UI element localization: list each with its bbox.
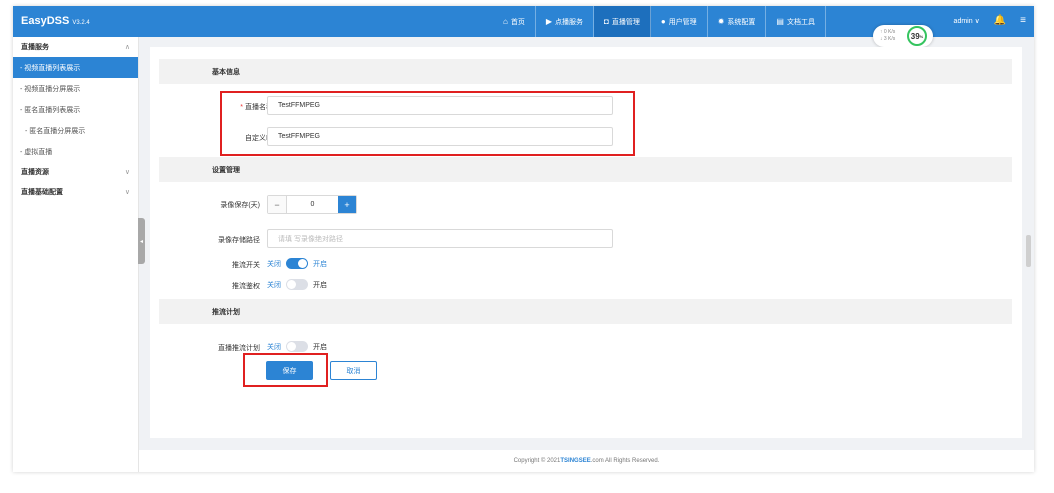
edit-live-form: 基本信息 * 直播名称 TestFFMPEG 自定义ID TestFFMPEG 设…: [150, 47, 1022, 438]
push-auth-row: 关闭 开启: [267, 279, 327, 290]
bell-icon[interactable]: 🔔: [994, 15, 1006, 26]
copyright-prefix: Copyright © 2021: [513, 458, 561, 464]
sidebar-item-label: - 匿名直播分屏展示: [25, 127, 86, 135]
nav-vod-label: 点播服务: [555, 18, 583, 26]
plan-toggle[interactable]: [286, 341, 308, 352]
push-auth-label: 推流鉴权: [232, 283, 260, 290]
sidebar-group-live-resources[interactable]: 直播资源 ∨: [13, 162, 138, 182]
sidebar-item-label: - 视频直播列表展示: [20, 64, 81, 72]
chevron-down-icon: ∨: [974, 17, 980, 25]
off-text: 关闭: [267, 281, 281, 289]
app-window: EasyDSS V3.2.4 ⌂ 首页 ▶ 点播服务 ◘ 直播管理 ● 用户管理 ✹ 系统配…: [13, 6, 1034, 472]
off-text: 关闭: [267, 260, 281, 268]
sidebar-group-label: 直播资源: [21, 169, 49, 176]
sidebar-item-virtual-live[interactable]: - 虚拟直播: [13, 141, 138, 162]
chevron-down-icon: ∨: [124, 189, 130, 196]
nav-docs[interactable]: ▤ 文档工具: [766, 6, 826, 37]
chevron-up-icon: ∧: [124, 44, 130, 51]
sidebar-item-label: - 匿名直播列表展示: [20, 106, 81, 114]
plan-row: 关闭 开启: [267, 341, 327, 352]
on-text: 开启: [313, 343, 327, 351]
section-title: 设置管理: [212, 166, 240, 174]
dashboard-icon: ⌂: [503, 17, 508, 26]
nav-users-label: 用户管理: [668, 18, 697, 26]
sidebar-item-anon-split[interactable]: - 匿名直播分屏展示: [13, 120, 138, 141]
sidebar-item-anon-list[interactable]: - 匿名直播列表展示: [13, 99, 138, 120]
increment-button[interactable]: +: [338, 196, 356, 213]
nav-docs-label: 文档工具: [786, 18, 815, 26]
user-name: admin: [953, 17, 973, 25]
gear-icon: ✹: [717, 17, 725, 26]
sidebar-item-label: - 虚拟直播: [20, 148, 53, 156]
nav-live-label: 直播管理: [611, 18, 640, 26]
app-name: EasyDSS: [21, 15, 70, 27]
nav-live[interactable]: ◘ 直播管理: [594, 6, 651, 37]
push-switch-toggle[interactable]: [286, 258, 308, 269]
user-icon: ●: [660, 17, 666, 26]
record-days-value[interactable]: 0: [287, 196, 338, 213]
app-version: V3.2.4: [72, 20, 90, 26]
push-auth-toggle[interactable]: [286, 279, 308, 290]
sidebar-group-live-service[interactable]: 直播服务 ∧: [13, 37, 138, 57]
scrollbar-thumb[interactable]: [1026, 235, 1031, 267]
record-path-input[interactable]: 请填 写录像绝对路径: [267, 229, 613, 248]
on-text: 开启: [313, 260, 327, 268]
sidebar-group-label: 直播基础配置: [21, 189, 63, 196]
record-days-label: 录像保存(天): [220, 202, 260, 209]
navbar-right: admin ∨ 🔔 ≡: [954, 15, 1026, 26]
record-days-stepper[interactable]: − 0 +: [267, 195, 357, 214]
off-text: 关闭: [267, 343, 281, 351]
menu-icon[interactable]: ≡: [1020, 15, 1026, 26]
usage-unit: %: [919, 33, 924, 39]
user-menu[interactable]: admin ∨: [954, 17, 980, 25]
brand-link[interactable]: TSINGSEE: [560, 458, 590, 464]
section-basic-info: 基本信息: [159, 59, 1012, 84]
sidebar: 直播服务 ∧ - 视频直播列表展示 - 视频直播分屏展示 - 匿名直播列表展示 …: [13, 37, 139, 472]
document-icon: ▤: [776, 17, 784, 26]
nav-settings[interactable]: ✹ 系统配置: [708, 6, 767, 37]
sidebar-item-live-list[interactable]: - 视频直播列表展示: [13, 57, 138, 78]
section-push-plan: 推流计划: [159, 299, 1012, 324]
network-speed-widget: ↑ 0 K/s ↓ 3 K/s 39%: [873, 25, 933, 47]
section-title: 推流计划: [212, 308, 240, 316]
nav-home-label: 首页: [510, 18, 525, 26]
record-path-placeholder: 请填 写录像绝对路径: [278, 235, 343, 243]
nav-vod[interactable]: ▶ 点播服务: [536, 6, 594, 37]
copyright-suffix: .com All Rights Reserved.: [590, 458, 660, 464]
plan-label: 直播推流计划: [218, 345, 260, 352]
sidebar-group-live-config[interactable]: 直播基础配置 ∨: [13, 182, 138, 202]
record-path-label: 录像存储路径: [218, 237, 260, 244]
decrement-button[interactable]: −: [268, 196, 287, 213]
sidebar-item-live-split[interactable]: - 视频直播分屏展示: [13, 78, 138, 99]
footer: Copyright © 2021 TSINGSEE .com All Right…: [139, 450, 1034, 472]
usage-percent: 39: [910, 31, 920, 41]
section-title: 基本信息: [212, 68, 240, 76]
highlight-box-save: [243, 353, 328, 387]
sidebar-collapse-handle[interactable]: ◂: [138, 218, 145, 264]
usage-ring: 39%: [907, 26, 927, 46]
main-nav: ⌂ 首页 ▶ 点播服务 ◘ 直播管理 ● 用户管理 ✹ 系统配置 ▤ 文档工具: [493, 6, 826, 37]
upload-speed: 0 K/s: [883, 29, 896, 35]
chevron-down-icon: ∨: [124, 169, 130, 176]
download-speed: 3 K/s: [883, 36, 896, 42]
highlight-box-basic-fields: [220, 91, 635, 156]
sidebar-item-label: - 视频直播分屏展示: [20, 85, 81, 93]
push-switch-label: 推流开关: [232, 262, 260, 269]
nav-users[interactable]: ● 用户管理: [651, 6, 708, 37]
nav-home[interactable]: ⌂ 首页: [493, 6, 536, 37]
chevron-left-icon: ◂: [139, 238, 143, 245]
section-settings: 设置管理: [159, 157, 1012, 182]
push-switch-row: 关闭 开启: [267, 258, 327, 269]
cancel-button[interactable]: 取消: [330, 361, 377, 380]
video-icon: ▶: [545, 17, 552, 26]
nav-settings-label: 系统配置: [727, 18, 756, 26]
on-text: 开启: [313, 281, 327, 289]
app-logo[interactable]: EasyDSS V3.2.4: [21, 15, 90, 27]
speed-readout: ↑ 0 K/s ↓ 3 K/s: [880, 29, 896, 42]
live-icon: ◘: [604, 17, 609, 26]
sidebar-group-label: 直播服务: [21, 44, 49, 51]
